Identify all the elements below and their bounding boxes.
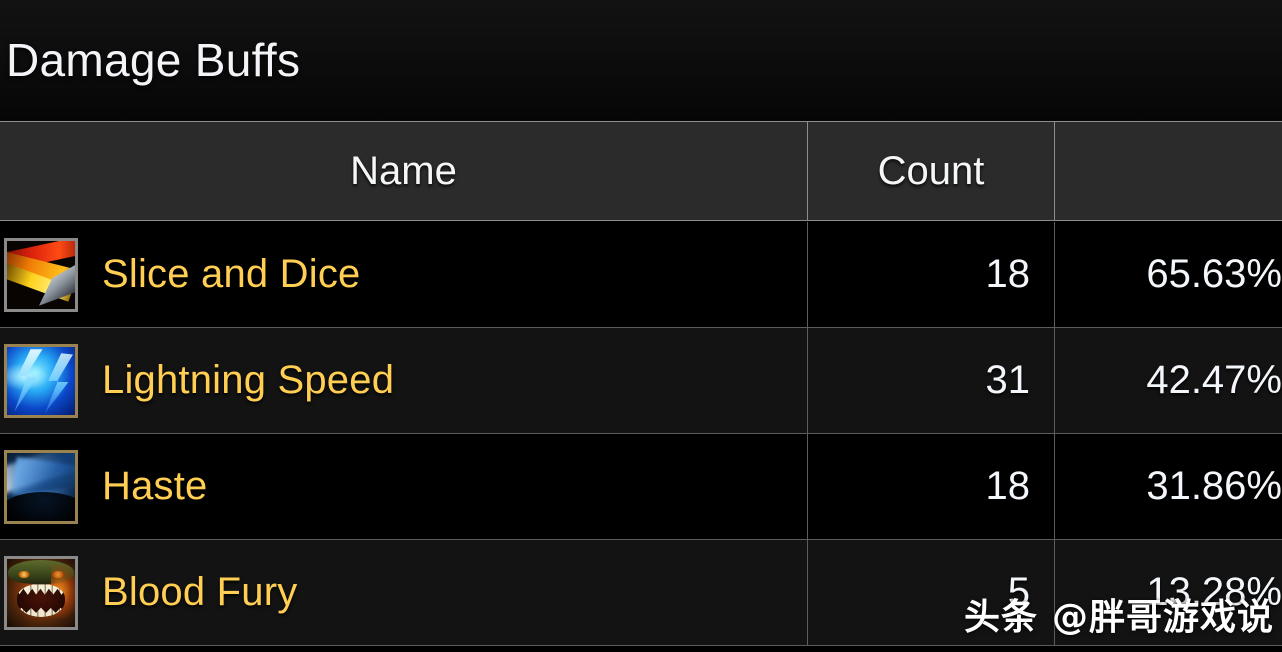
lightning-speed-icon [4,343,78,418]
spell-name-label: Haste [102,464,208,508]
table-row[interactable]: Lightning Speed 31 42.47% [0,328,1282,434]
table-header-row: Name Count [0,121,1282,221]
blood-fury-icon [4,555,78,630]
spell-name-label: Slice and Dice [102,252,361,296]
row-name-cell: Blood Fury [0,540,808,645]
row-count-cell: 31 [808,328,1055,433]
column-header-name[interactable]: Name [0,122,808,220]
percent-value: 13.28% [1146,570,1282,614]
row-count-cell: 18 [808,434,1055,539]
count-value: 5 [1007,570,1030,614]
haste-icon [4,449,78,524]
count-value: 18 [985,252,1031,296]
column-header-count[interactable]: Count [808,122,1055,220]
row-count-cell: 5 [808,540,1055,645]
row-percent-cell: 65.63% [1055,222,1282,327]
row-name-cell: Haste [0,434,808,539]
table-body: Slice and Dice 18 65.63% Lightning Speed… [0,222,1282,646]
row-percent-cell: 42.47% [1055,328,1282,433]
percent-value: 42.47% [1146,358,1282,402]
slice-and-dice-icon [4,237,78,312]
percent-value: 31.86% [1146,464,1282,508]
percent-value: 65.63% [1146,252,1282,296]
spell-name-label: Lightning Speed [102,358,395,402]
panel-title: Damage Buffs [6,34,301,86]
count-value: 18 [985,464,1031,508]
column-header-count-label: Count [877,148,985,193]
row-count-cell: 18 [808,222,1055,327]
column-header-name-label: Name [350,148,457,193]
table-row[interactable]: Slice and Dice 18 65.63% [0,222,1282,328]
table-row[interactable]: Blood Fury 5 13.28% [0,540,1282,646]
table-row[interactable]: Haste 18 31.86% [0,434,1282,540]
count-value: 31 [985,358,1031,402]
spell-name-label: Blood Fury [102,570,298,614]
panel-titlebar: Damage Buffs [0,0,1282,121]
row-percent-cell: 13.28% [1055,540,1282,645]
damage-buffs-panel: Damage Buffs Name Count Slice and Dice 1… [0,0,1282,652]
row-name-cell: Slice and Dice [0,222,808,327]
row-name-cell: Lightning Speed [0,328,808,433]
column-header-percent[interactable] [1055,122,1282,220]
row-percent-cell: 31.86% [1055,434,1282,539]
